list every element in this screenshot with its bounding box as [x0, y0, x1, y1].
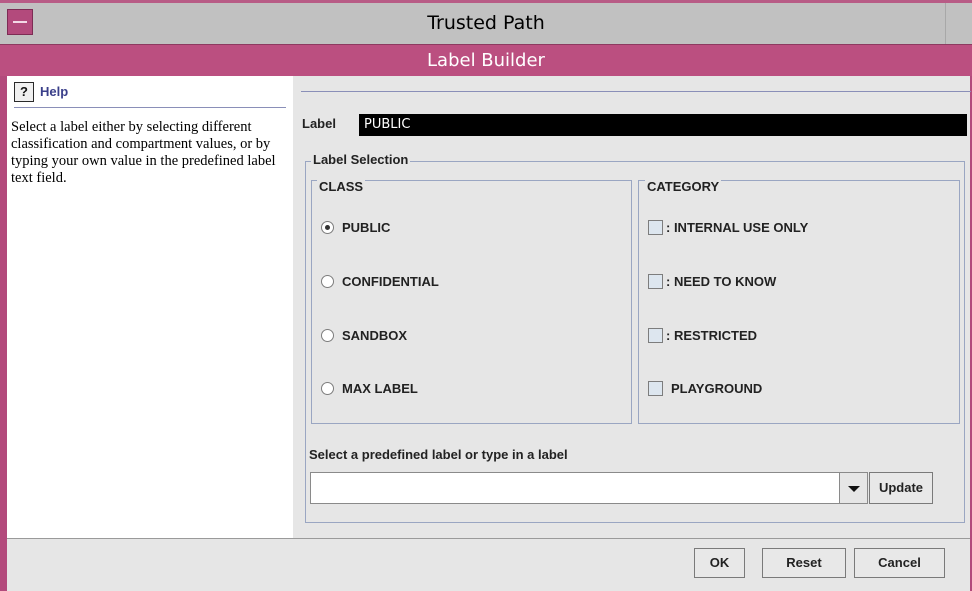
help-panel: ? Help Select a label either by selectin… — [7, 76, 293, 538]
label-field: PUBLIC — [359, 114, 967, 136]
cancel-button[interactable]: Cancel — [854, 548, 945, 578]
help-text: Select a label either by selecting diffe… — [11, 119, 276, 186]
title-bar-divider — [945, 3, 946, 47]
predefined-label-input[interactable] — [310, 472, 840, 504]
update-button[interactable]: Update — [869, 472, 933, 504]
class-option-label: MAX LABEL — [342, 381, 418, 396]
category-option-label: : NEED TO KNOW — [666, 274, 777, 289]
category-option-label: PLAYGROUND — [671, 381, 763, 396]
predefined-label-combo[interactable] — [310, 472, 868, 504]
help-icon[interactable]: ? — [14, 82, 34, 102]
help-title: Help — [40, 84, 69, 99]
banner: Label Builder — [0, 44, 972, 76]
checkbox[interactable] — [648, 220, 663, 235]
checkbox[interactable] — [648, 328, 663, 343]
dropdown-button[interactable] — [840, 472, 868, 504]
window-title: Trusted Path — [427, 12, 545, 34]
checkbox[interactable] — [648, 381, 663, 396]
label-selection-legend: Label Selection — [311, 152, 411, 167]
radio-selected-dot — [325, 225, 330, 230]
title-bar[interactable]: Trusted Path — [0, 0, 972, 47]
left-border — [0, 76, 7, 591]
checkbox[interactable] — [648, 274, 663, 289]
label-builder-window: Trusted Path Label Builder ? Help Select… — [0, 0, 972, 591]
radio-button[interactable] — [321, 275, 334, 288]
banner-title: Label Builder — [427, 50, 545, 71]
class-option-label: CONFIDENTIAL — [342, 274, 439, 289]
class-legend: CLASS — [317, 179, 366, 194]
category-legend: CATEGORY — [645, 179, 722, 194]
content-divider — [301, 91, 971, 92]
ok-button[interactable]: OK — [694, 548, 745, 578]
predefined-label-caption: Select a predefined label or type in a l… — [309, 447, 568, 462]
class-option-label: PUBLIC — [342, 220, 391, 235]
radio-button[interactable] — [321, 329, 334, 342]
category-option-label: : RESTRICTED — [666, 328, 757, 343]
label-caption: Label — [302, 116, 336, 131]
class-option-label: SANDBOX — [342, 328, 408, 343]
reset-button[interactable]: Reset — [762, 548, 846, 578]
category-option-label: : INTERNAL USE ONLY — [666, 220, 809, 235]
radio-button[interactable] — [321, 221, 334, 234]
chevron-down-icon — [848, 486, 860, 492]
button-bar-divider — [7, 538, 970, 539]
help-divider — [14, 107, 286, 108]
radio-button[interactable] — [321, 382, 334, 395]
